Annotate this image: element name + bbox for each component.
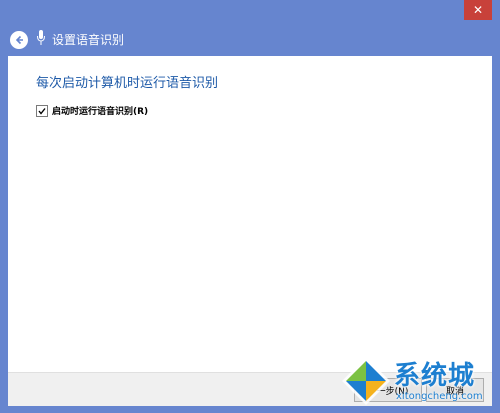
run-at-startup-option[interactable]: 启动时运行语音识别(R) — [36, 104, 148, 117]
next-button[interactable]: 下一步(N) — [354, 378, 422, 402]
close-icon: ✕ — [472, 3, 484, 17]
content-panel: 每次启动计算机时运行语音识别 启动时运行语音识别(R) — [8, 56, 492, 372]
wizard-footer: 下一步(N) 取消 — [8, 372, 492, 406]
wizard-header: 设置语音识别 — [0, 22, 500, 56]
microphone-icon — [37, 30, 45, 45]
checkmark-icon — [38, 107, 46, 115]
window-frame: ✕ 设置语音识别 每次启动计算机时运行语音识别 启动时运行语音识别(R) 下一步… — [0, 0, 500, 413]
page-heading: 每次启动计算机时运行语音识别 — [36, 76, 219, 91]
wizard-title: 设置语音识别 — [52, 33, 125, 47]
back-button[interactable] — [10, 31, 28, 49]
back-arrow-icon — [15, 35, 23, 45]
run-at-startup-label: 启动时运行语音识别(R) — [52, 107, 149, 117]
cancel-button[interactable]: 取消 — [426, 378, 484, 402]
run-at-startup-checkbox[interactable] — [36, 104, 48, 117]
close-button[interactable]: ✕ — [464, 0, 492, 20]
